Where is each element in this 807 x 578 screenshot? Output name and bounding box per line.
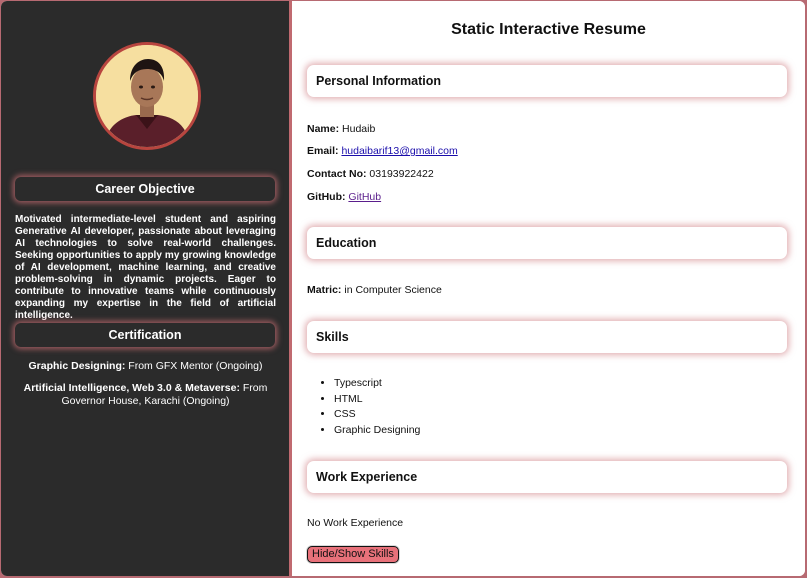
certification-item: Artificial Intelligence, Web 3.0 & Metav… (15, 382, 276, 408)
matric-row: Matric: in Computer Science (307, 284, 442, 296)
certification-title: Artificial Intelligence, Web 3.0 & Metav… (23, 382, 240, 394)
skills-heading: Skills (307, 321, 787, 353)
matric-label: Matric: (307, 284, 342, 296)
name-value: Hudaib (342, 123, 376, 135)
github-row: GitHub: GitHub (307, 191, 381, 203)
email-row: Email: hudaibarif13@gmail.com (307, 145, 458, 157)
profile-photo (93, 42, 201, 150)
contact-label: Contact No: (307, 168, 367, 180)
education-heading: Education (307, 227, 787, 259)
personal-information-heading: Personal Information (307, 65, 787, 97)
name-label: Name: (307, 123, 340, 135)
work-experience-text: No Work Experience (307, 517, 404, 529)
toggle-skills-button[interactable]: Hide/Show Skills (307, 546, 399, 563)
email-label: Email: (307, 145, 339, 157)
resume-page: Career Objective Motivated intermediate-… (1, 1, 805, 576)
main-content: Static Interactive Resume Personal Infor… (292, 1, 805, 576)
list-item: Graphic Designing (334, 423, 420, 439)
certification-heading: Certification (15, 323, 275, 347)
career-objective-text: Motivated intermediate-level student and… (15, 214, 276, 321)
certification-title: Graphic Designing: (28, 360, 126, 372)
profile-photo-image (96, 45, 198, 147)
contact-row: Contact No: 03193922422 (307, 168, 434, 180)
contact-value: 03193922422 (369, 168, 434, 180)
page-title: Static Interactive Resume (451, 21, 646, 38)
list-item: CSS (334, 407, 420, 423)
work-experience-heading: Work Experience (307, 461, 787, 493)
sidebar: Career Objective Motivated intermediate-… (1, 1, 292, 576)
email-link[interactable]: hudaibarif13@gmail.com (341, 145, 457, 157)
name-row: Name: Hudaib (307, 123, 375, 135)
career-objective-heading: Career Objective (15, 177, 275, 201)
github-link[interactable]: GitHub (348, 191, 381, 203)
certification-item: Graphic Designing: From GFX Mentor (Ongo… (15, 360, 276, 373)
certification-detail: From GFX Mentor (Ongoing) (128, 360, 263, 372)
skills-list: Typescript HTML CSS Graphic Designing (318, 376, 420, 438)
github-label: GitHub: (307, 191, 346, 203)
matric-value: in Computer Science (344, 284, 442, 296)
list-item: Typescript (334, 376, 420, 392)
list-item: HTML (334, 392, 420, 408)
